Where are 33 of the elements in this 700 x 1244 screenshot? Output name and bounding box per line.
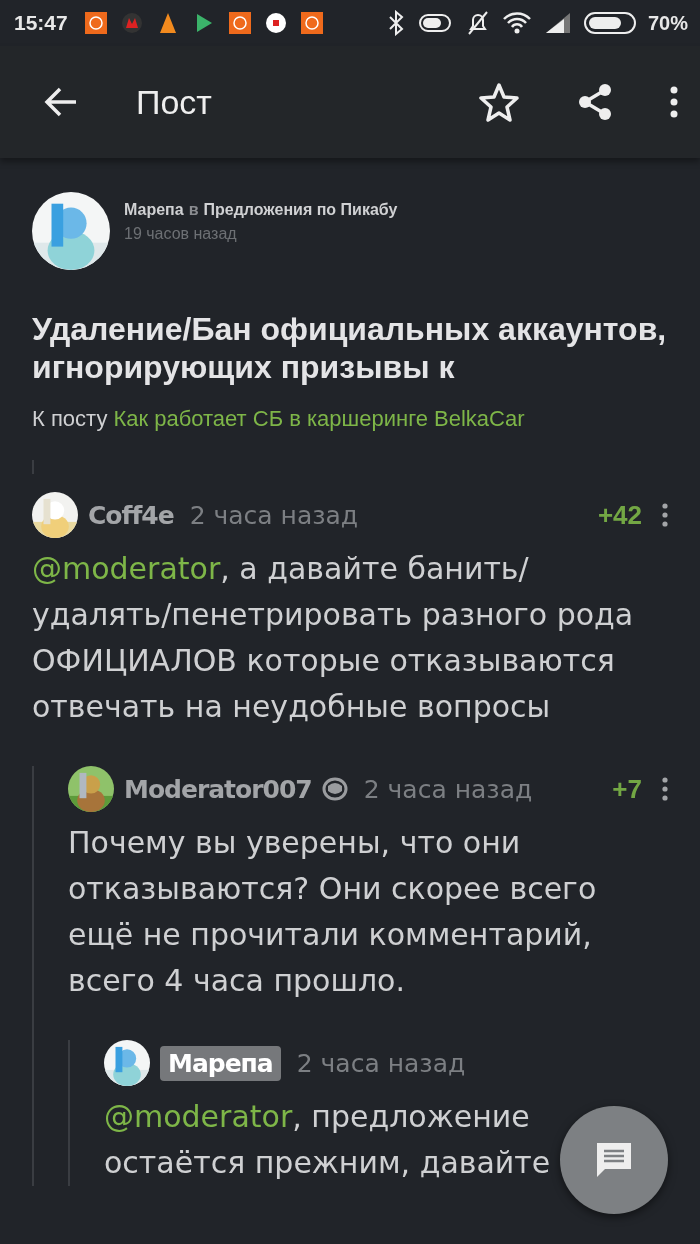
post-time: 19 часов назад [124,225,238,243]
comment-time: 2 часа назад [363,774,533,804]
username[interactable]: Moderator007 [124,774,312,804]
notification-icon [83,11,108,35]
notification-icon [119,11,144,35]
mention-link[interactable]: @moderator [104,1099,293,1134]
notification-icon [263,11,288,35]
comment-time: 2 часа назад [296,1048,466,1078]
battery-icon [583,11,636,35]
username[interactable]: Марепа [160,1045,281,1081]
rating: +7 [612,773,642,805]
rating: +42 [597,499,642,531]
battery-level: 70% [647,11,688,35]
comment-time: 2 часа назад [189,500,359,530]
more-icon[interactable] [662,777,668,801]
community-link[interactable]: Предложения по Пикабу [203,201,398,219]
comment-text: @moderator, а давайте банить/ удалять/пенетрировать разного рода ОФИЦИАЛОВ которые отказываются отвечать на неудобные вопросы [32,550,635,726]
reference-label: К посту [32,406,108,432]
comment-text: Почему вы уверены, что они отказываются? Они скорее всего ещё не прочитали комментарий, всего 4 часа прошло. [68,824,598,1000]
wifi-icon [501,11,532,35]
status-time: 15:47 [14,11,68,35]
username[interactable]: Coff4e [88,500,174,530]
screen-title: Пост [136,82,213,122]
bell-muted-icon [465,10,490,36]
joiner-text: в [188,201,199,219]
post-link[interactable]: Как работает СБ в каршеринге BelkaCar [113,406,525,432]
more-icon[interactable] [662,503,668,527]
mention-link[interactable]: @moderator [32,551,221,586]
post-author[interactable]: Марепа [124,201,184,219]
post-title: Удаление/Бан официальных аккаунтов, игнорирующих призывы к [32,310,668,386]
toggle-icon [417,11,454,35]
notification-icon [299,11,324,35]
notification-icon [227,11,252,35]
